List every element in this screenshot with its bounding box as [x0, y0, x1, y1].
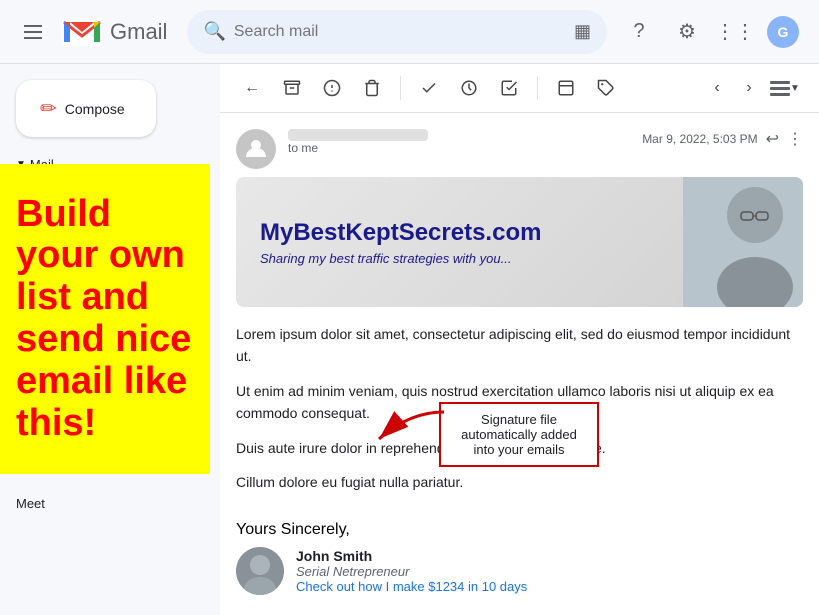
overlay-red-text: Signature file automatically added into …: [461, 412, 577, 457]
signature-name: John Smith: [296, 548, 803, 564]
signature-area: John Smith Serial Netrepreneur Check out…: [220, 547, 819, 611]
snooze-button[interactable]: [453, 72, 485, 104]
email-thread: to me Mar 9, 2022, 5:03 PM ↩ ⋮ MyBestKep…: [220, 113, 819, 615]
task-button[interactable]: [493, 72, 525, 104]
top-bar: Gmail 🔍 ▦ ? ⚙ ⋮⋮ G: [0, 0, 819, 64]
next-email-button[interactable]: ›: [735, 74, 763, 102]
search-bar[interactable]: 🔍 ▦: [187, 10, 607, 54]
reply-icon[interactable]: ↩: [766, 129, 779, 149]
more-options-icon[interactable]: ⋮: [787, 129, 803, 149]
compose-pencil-icon: ✏: [40, 96, 57, 121]
settings-icon[interactable]: ⚙: [667, 12, 707, 52]
banner-content: MyBestKeptSecrets.com Sharing my best tr…: [236, 199, 683, 286]
sign-off-text: Yours Sincerely,: [236, 521, 803, 539]
sender-info: to me: [288, 129, 630, 155]
email-date: Mar 9, 2022, 5:03 PM: [642, 132, 757, 146]
banner-person-photo: [683, 177, 803, 307]
account-icon[interactable]: G: [763, 12, 803, 52]
gmail-logo: Gmail: [62, 18, 167, 46]
archive-button[interactable]: [276, 72, 308, 104]
signature-info: John Smith Serial Netrepreneur Check out…: [296, 548, 803, 594]
email-date-row: Mar 9, 2022, 5:03 PM ↩ ⋮: [642, 129, 803, 149]
search-filter-icon[interactable]: ▦: [574, 21, 591, 42]
mark-read-button[interactable]: [413, 72, 445, 104]
overlay-red-annotation: Signature file automatically added into …: [439, 402, 599, 467]
search-icon: 🔍: [203, 21, 225, 42]
hamburger-menu[interactable]: [16, 17, 50, 47]
back-button[interactable]: ←: [236, 72, 268, 104]
meet-section: Meet: [0, 488, 220, 519]
signature-avatar: [236, 547, 284, 595]
app-name: Gmail: [110, 19, 167, 45]
to-me-label[interactable]: to me: [288, 141, 630, 155]
overlay-yellow-text: Build your own list and send nice email …: [16, 194, 194, 445]
prev-email-button[interactable]: ‹: [703, 74, 731, 102]
email-banner: MyBestKeptSecrets.com Sharing my best tr…: [236, 177, 803, 307]
toolbar-separator-1: [400, 76, 401, 100]
signature-link[interactable]: Check out how I make $1234 in 10 days: [296, 579, 803, 594]
signature-title: Serial Netrepreneur: [296, 564, 803, 579]
email-toolbar: ←: [220, 64, 819, 113]
compose-label: Compose: [65, 101, 125, 117]
report-spam-button[interactable]: [316, 72, 348, 104]
help-icon[interactable]: ?: [619, 12, 659, 52]
move-to-button[interactable]: [550, 72, 582, 104]
delete-button[interactable]: [356, 72, 388, 104]
toolbar-separator-2: [537, 76, 538, 100]
email-header: to me Mar 9, 2022, 5:03 PM ↩ ⋮: [220, 113, 819, 177]
overlay-yellow-box: Build your own list and send nice email …: [0, 164, 210, 474]
label-button[interactable]: [590, 72, 622, 104]
apps-icon[interactable]: ⋮⋮: [715, 12, 755, 52]
banner-site-name: MyBestKeptSecrets.com: [260, 219, 659, 247]
compose-button[interactable]: ✏ Compose: [16, 80, 156, 137]
red-arrow: [369, 407, 449, 447]
email-para-1: Lorem ipsum dolor sit amet, consectetur …: [236, 323, 803, 368]
nav-buttons: ‹ › ▼: [703, 72, 803, 104]
sign-off: Yours Sincerely,: [220, 521, 819, 547]
search-input[interactable]: [234, 23, 566, 41]
banner-tagline: Sharing my best traffic strategies with …: [260, 251, 659, 266]
view-options-button[interactable]: ▼: [767, 72, 803, 104]
sender-name: [288, 129, 428, 141]
sender-name-row: [288, 129, 630, 141]
topbar-icons: ? ⚙ ⋮⋮ G: [619, 12, 803, 52]
email-area: ←: [220, 64, 819, 615]
sender-avatar: [236, 129, 276, 169]
email-para-4: Cillum dolore eu fugiat nulla pariatur.: [236, 471, 803, 493]
